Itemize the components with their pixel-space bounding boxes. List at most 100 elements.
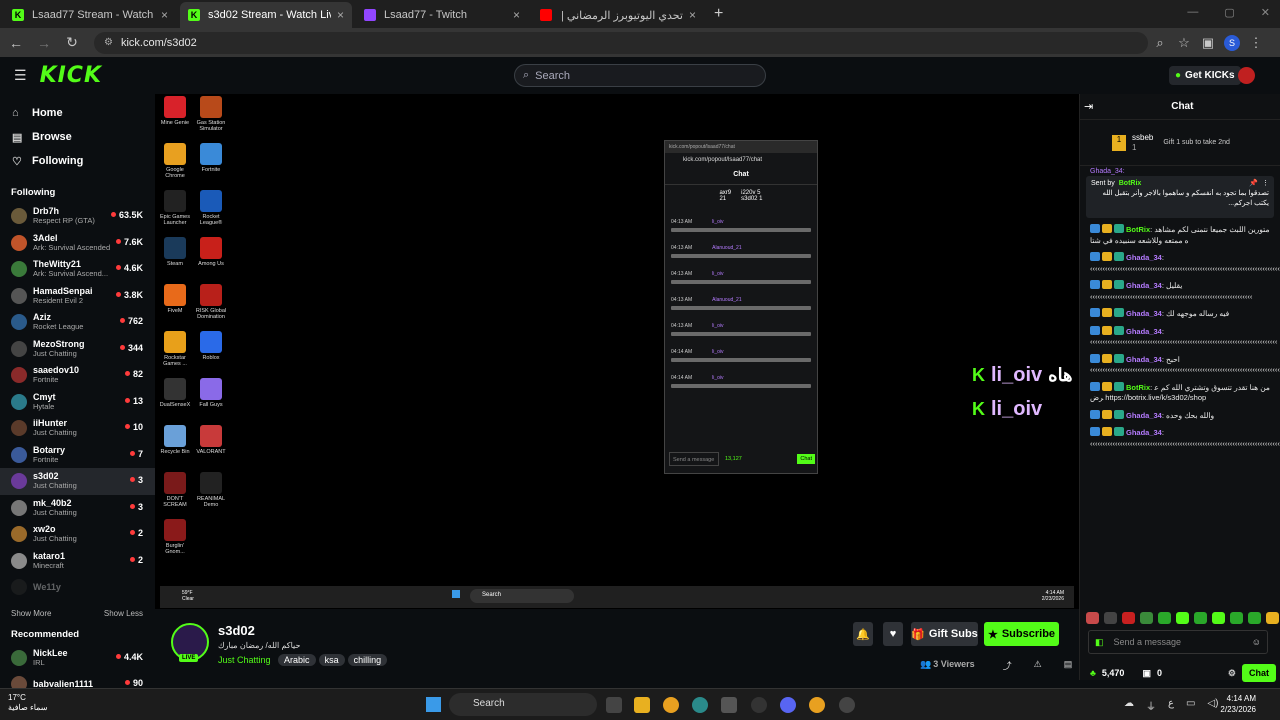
emote-icon[interactable] <box>1212 612 1225 624</box>
desktop-shortcut[interactable]: RISK Global Domination <box>193 284 229 320</box>
chat-send-button[interactable]: Chat <box>1242 664 1276 682</box>
emote-icon[interactable] <box>1140 612 1153 624</box>
gift-icon[interactable]: ▣ <box>1142 668 1151 679</box>
browser-tab-active[interactable]: Ks3d02 Stream - Watch Live on Kick × <box>180 2 352 28</box>
maximize-icon[interactable]: ▢ <box>1224 6 1234 19</box>
tag[interactable]: chilling <box>347 654 388 666</box>
browser-tab[interactable]: Lsaad77 - Twitch × <box>356 2 528 28</box>
chat-username[interactable]: Ghada_34 <box>1126 281 1162 290</box>
sidebar-channel[interactable]: TheWitty21 Ark: Survival Ascend... 4.6K <box>0 256 155 283</box>
os-search-box[interactable]: Search <box>449 693 597 716</box>
task-view-icon[interactable] <box>606 697 622 713</box>
sidebar-channel[interactable]: iiHunter Just Chatting 10 <box>0 415 155 442</box>
category-link[interactable]: Just Chatting <box>218 655 271 665</box>
emote-icon[interactable] <box>1122 612 1135 624</box>
forward-icon[interactable]: → <box>32 35 56 51</box>
chat-username[interactable]: Ghada_34 <box>1126 411 1162 420</box>
chat-username[interactable]: Ghada_34 <box>1126 253 1162 262</box>
tag[interactable]: ksa <box>318 654 345 666</box>
collapse-chat-icon[interactable]: ⇥ <box>1084 100 1093 113</box>
close-icon[interactable]: × <box>161 8 168 22</box>
desktop-shortcut[interactable]: Rockstar Games ... <box>157 331 193 367</box>
more-icon[interactable]: ▤ <box>1064 659 1073 672</box>
extensions-icon[interactable]: ▣ <box>1196 35 1220 51</box>
network-icon[interactable]: ▭ <box>1186 698 1195 713</box>
video-player[interactable]: Mine Genie Gas Station Simulator Google Ch… <box>155 94 1079 609</box>
desktop-shortcut[interactable]: DualSenseX <box>157 378 193 408</box>
desktop-shortcut[interactable]: FiveM <box>157 284 193 314</box>
chat-username[interactable]: BotRix <box>1126 225 1150 234</box>
discord-icon[interactable] <box>780 697 796 713</box>
desktop-shortcut[interactable]: Epic Games Launcher <box>157 190 193 226</box>
file-explorer-icon[interactable] <box>634 697 650 713</box>
sidebar-channel[interactable]: saaedov10 Fortnite 82 <box>0 362 155 389</box>
browser-tab[interactable]: تحدي اليوتيوبرز الرمضاني | سوبر × <box>532 2 704 28</box>
bookmark-star-icon[interactable]: ☆ <box>1172 35 1196 51</box>
desktop-shortcut[interactable]: Fall Guys <box>193 378 229 408</box>
nav-following[interactable]: ♡ Following <box>0 149 155 173</box>
browser-tab[interactable]: K Lsaad77 Stream - Watch Live on Kick × <box>4 2 176 28</box>
desktop-shortcut[interactable]: Among Us <box>193 237 229 267</box>
chat-username[interactable]: Ghada_34 <box>1126 327 1162 336</box>
chrome-profile-icon[interactable] <box>809 697 825 713</box>
sidebar-channel[interactable]: xw2o Just Chatting 2 <box>0 521 155 548</box>
popout-chat-button[interactable]: Chat <box>797 454 815 464</box>
settings-gear-icon[interactable]: ⚙ <box>1228 668 1236 679</box>
more-icon[interactable]: ⋮ <box>1262 179 1269 187</box>
gifter-cta[interactable]: Gift 1 sub to take 2nd <box>1163 139 1230 146</box>
chat-username[interactable]: Ghada_34 <box>1126 355 1162 364</box>
desktop-shortcut[interactable]: Roblox <box>193 331 229 361</box>
desktop-shortcut[interactable]: Fortnite <box>193 143 229 173</box>
pin-icon[interactable]: 📌 <box>1249 179 1258 187</box>
search-input[interactable]: ⌕ Search <box>514 64 766 87</box>
obs-icon[interactable] <box>751 697 767 713</box>
close-icon[interactable]: × <box>337 8 344 22</box>
streamer-name[interactable]: s3d02 <box>218 623 255 638</box>
emote-icon[interactable] <box>1248 612 1261 624</box>
site-info-icon[interactable]: ⚙ <box>104 37 113 48</box>
show-more-link[interactable]: Show More <box>11 609 51 623</box>
recommended-channel[interactable]: NickLee IRL 4.4K <box>0 645 155 672</box>
emote-icon[interactable] <box>1158 612 1171 624</box>
desktop-shortcut[interactable]: REANIMAL Demo <box>193 472 229 508</box>
nav-browse[interactable]: ▤ Browse <box>0 125 155 149</box>
reload-icon[interactable]: ↻ <box>60 34 84 51</box>
user-avatar[interactable] <box>1238 67 1255 84</box>
sidebar-channel[interactable]: Drb7h Respect RP (GTA) 63.5K <box>0 203 155 230</box>
usb-icon[interactable]: ⏚ <box>1146 698 1156 713</box>
emoji-icon[interactable]: ☺ <box>1252 637 1261 647</box>
sidebar-channel[interactable]: Aziz Rocket League 762 <box>0 309 155 336</box>
chat-username[interactable]: Ghada_34 <box>1126 309 1162 318</box>
close-icon[interactable]: × <box>689 8 696 22</box>
emote-icon[interactable] <box>1104 612 1117 624</box>
language-indicator[interactable]: ع <box>1168 698 1174 713</box>
os-clock[interactable]: 4:14 AM 2/23/2026 <box>1220 693 1256 715</box>
desktop-shortcut[interactable]: Mine Genie <box>157 96 193 126</box>
sidebar-channel[interactable]: 3Adel Ark: Survival Ascended 7.6K <box>0 230 155 257</box>
app-icon[interactable] <box>839 697 855 713</box>
chrome-icon[interactable] <box>663 697 679 713</box>
os-weather[interactable]: 17°C سماء صافية <box>8 693 48 713</box>
notification-bell-icon[interactable]: 🔔 <box>853 622 873 646</box>
sidebar-channel[interactable]: Cmyt Hytale 13 <box>0 389 155 416</box>
kick-logo[interactable]: KICK <box>40 63 102 88</box>
emote-icon[interactable] <box>1086 612 1099 624</box>
sidebar-channel[interactable]: s3d02 Just Chatting 3 <box>0 468 155 495</box>
emote-icon[interactable] <box>1194 612 1207 624</box>
onedrive-icon[interactable]: ☁ <box>1124 698 1134 713</box>
desktop-shortcut[interactable]: Recycle Bin <box>157 425 193 455</box>
desktop-shortcut[interactable]: Burglin' Gnom... <box>157 519 193 555</box>
volume-icon[interactable]: ◁) <box>1207 698 1218 713</box>
sidebar-channel[interactable]: HamadSenpai Resident Evil 2 3.8K <box>0 283 155 310</box>
windows-start-icon[interactable] <box>426 697 441 712</box>
show-less-link[interactable]: Show Less <box>104 609 143 623</box>
desktop-shortcut[interactable]: Gas Station Simulator <box>193 96 229 132</box>
url-field[interactable]: ⚙ kick.com/s3d02 <box>94 31 1148 54</box>
sidebar-channel[interactable]: We11y <box>0 574 155 601</box>
sidebar-channel[interactable]: mk_40b2 Just Chatting 3 <box>0 495 155 522</box>
hamburger-menu-icon[interactable]: ☰ <box>14 67 27 84</box>
emote-icon[interactable] <box>1230 612 1243 624</box>
menu-dots-icon[interactable]: ⋮ <box>1244 35 1268 51</box>
gift-subs-button[interactable]: 🎁 Gift Subs <box>911 622 978 646</box>
desktop-shortcut[interactable]: Rocket League® <box>193 190 229 226</box>
